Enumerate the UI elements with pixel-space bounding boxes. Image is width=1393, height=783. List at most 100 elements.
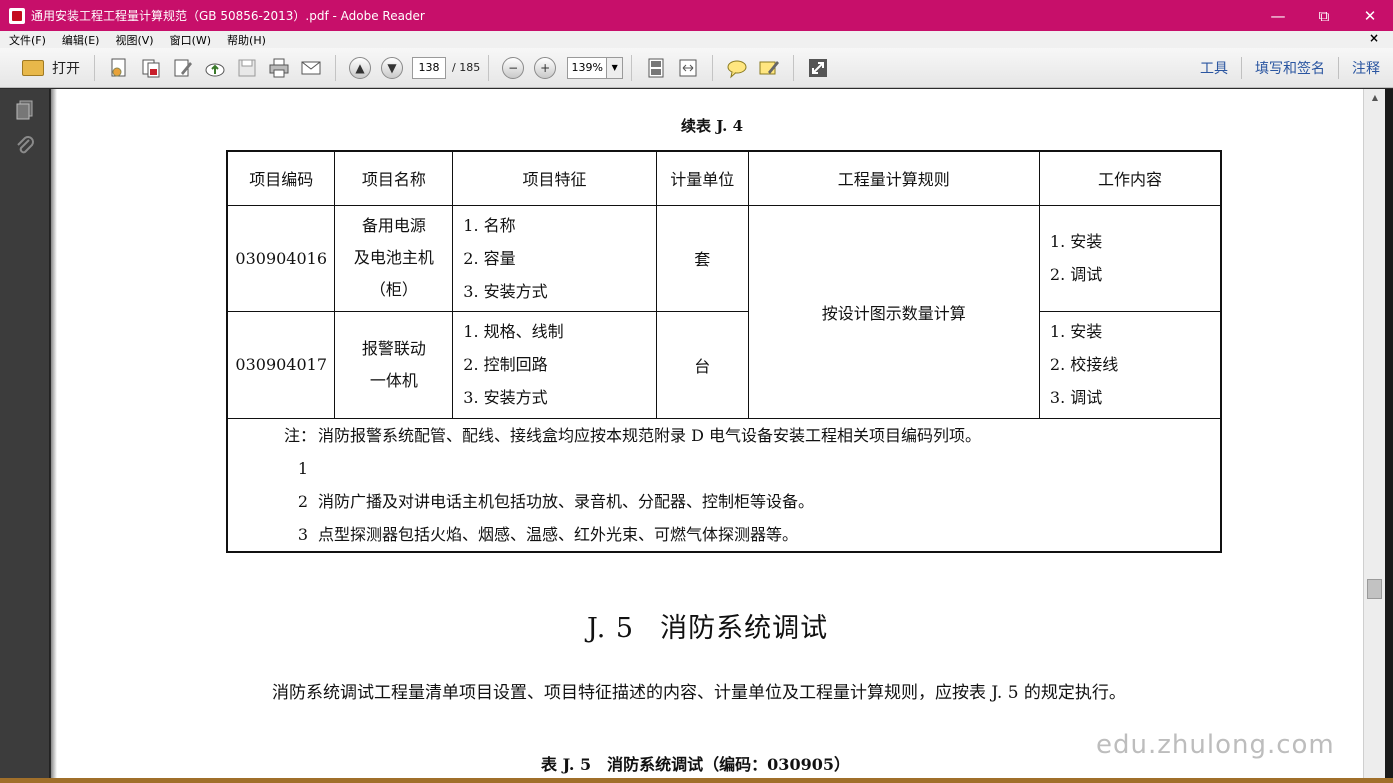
item-name-line: 一体机	[369, 370, 418, 390]
folder-icon	[22, 59, 44, 76]
item-code: 030904016	[226, 204, 336, 312]
page-number-input[interactable]: 138	[412, 56, 446, 79]
note-text: 消防广播及对讲电话主机包括功放、录音机、分配器、控制柜等设备。	[318, 491, 815, 511]
print-icon[interactable]	[267, 56, 291, 80]
feature-line: 1. 名称	[463, 215, 516, 235]
maximize-button[interactable]: ⧉	[1301, 0, 1347, 31]
adobe-reader-icon	[9, 7, 25, 24]
table-row: 030904016 备用电源 及电池主机 （柜） 1. 名称 2. 容量 3. …	[226, 204, 1222, 419]
edit-pdf-icon[interactable]	[171, 56, 195, 80]
create-pdf-icon[interactable]	[107, 56, 131, 80]
zoom-out-button[interactable]: −	[502, 56, 525, 79]
window-controls: — ⧉ ✕	[1255, 0, 1393, 31]
fit-page-icon[interactable]	[644, 56, 668, 80]
feature-line: 2. 控制回路	[463, 355, 548, 374]
tools-link[interactable]: 工具	[1187, 58, 1241, 78]
close-document-button[interactable]: ×	[1369, 31, 1379, 45]
note-text: 消防报警系统配管、配线、接线盒均应按本规范附录 D 电气设备安装工程相关项目编码…	[318, 425, 982, 445]
work-line: 1. 安装	[1049, 232, 1103, 251]
attachments-paperclip-icon[interactable]	[10, 131, 40, 161]
next-page-button[interactable]: ▼	[381, 56, 403, 79]
table-caption: 续表 J. 4	[681, 117, 744, 135]
header-code: 项目编码	[226, 150, 336, 206]
zoom-value: 139%	[571, 60, 603, 74]
work-line: 1. 安装	[1049, 322, 1103, 341]
note-key: 2	[297, 491, 308, 511]
work-line: 2. 调试	[1049, 265, 1103, 284]
watermark: edu.zhulong.com	[1096, 730, 1335, 760]
comment-link[interactable]: 注释	[1339, 58, 1393, 78]
section-heading: J. 5 消防系统调试	[587, 606, 828, 645]
note-key: 注：1	[284, 425, 317, 478]
fullscreen-icon[interactable]	[806, 56, 830, 80]
menu-edit[interactable]: 编辑(E)	[55, 32, 107, 48]
section-number: J. 5	[587, 613, 635, 644]
fill-and-sign-link[interactable]: 填写和签名	[1242, 58, 1338, 78]
email-icon[interactable]	[299, 56, 323, 80]
chevron-down-icon[interactable]: ▼	[606, 57, 623, 78]
zoom-select[interactable]: 139% ▼	[567, 56, 624, 79]
close-button[interactable]: ✕	[1347, 0, 1393, 31]
toolbar: 打开 ▲ ▼ 138 / 185 − + 139% ▼ 工具 填写和签名 注释	[0, 48, 1393, 88]
window-bottom-edge	[0, 778, 1393, 783]
scroll-up-arrow-icon[interactable]: ▲	[1364, 89, 1386, 105]
highlight-icon[interactable]	[757, 56, 781, 80]
toolbar-separator	[488, 54, 490, 81]
item-features: 1. 规格、线制 2. 控制回路 3. 安装方式	[452, 310, 657, 419]
save-icon[interactable]	[235, 56, 259, 80]
zoom-in-button[interactable]: +	[534, 56, 557, 79]
menu-help[interactable]: 帮助(H)	[220, 32, 273, 48]
arrow-down-icon: ▼	[387, 60, 397, 75]
toolbar-separator	[712, 54, 714, 81]
item-work: 1. 安装 2. 校接线 3. 调试	[1038, 310, 1222, 419]
toolbar-right-links: 工具 填写和签名 注释	[1187, 48, 1393, 88]
item-code: 030904017	[226, 310, 336, 419]
item-name-line: （柜）	[369, 280, 418, 299]
item-name: 备用电源 及电池主机 （柜）	[334, 204, 454, 312]
feature-line: 1. 规格、线制	[463, 322, 564, 341]
header-unit: 计量单位	[655, 150, 749, 206]
toolbar-separator	[94, 54, 95, 81]
menu-file[interactable]: 文件(F)	[2, 32, 53, 48]
open-label: 打开	[52, 60, 80, 77]
page-edge-shadow	[51, 89, 57, 778]
next-table-caption: 表 J. 5 消防系统调试（编码：030905）	[541, 755, 850, 774]
combine-pdf-icon[interactable]	[139, 56, 163, 80]
item-unit: 套	[655, 204, 749, 312]
header-calc-rule: 工程量计算规则	[747, 150, 1040, 206]
minimize-button[interactable]: —	[1255, 0, 1301, 31]
feature-line: 3. 安装方式	[463, 281, 548, 301]
item-name-line: 备用电源	[361, 216, 426, 235]
window-title: 通用安装工程工程量计算规范（GB 50856-2013）.pdf - Adobe…	[31, 9, 425, 23]
notes-row: 注：1 消防报警系统配管、配线、接线盒均应按本规范附录 D 电气设备安装工程相关…	[226, 417, 1222, 552]
navigation-panel	[0, 89, 50, 778]
note-item: 3 点型探测器包括火焰、烟感、温感、红外光束、可燃气体探测器等。	[284, 518, 1220, 551]
menu-window[interactable]: 窗口(W)	[163, 32, 218, 48]
work-line: 3. 调试	[1049, 388, 1103, 407]
calc-rule: 按设计图示数量计算	[747, 204, 1040, 419]
note-text: 点型探测器包括火焰、烟感、温感、红外光束、可燃气体探测器等。	[318, 524, 799, 544]
page-thumbnails-icon[interactable]	[10, 95, 40, 125]
vertical-scrollbar[interactable]: ▲	[1363, 89, 1385, 778]
arrow-up-icon: ▲	[355, 60, 365, 75]
previous-page-button[interactable]: ▲	[349, 56, 371, 79]
section-title: 消防系统调试	[660, 613, 829, 644]
comment-icon[interactable]	[725, 56, 749, 80]
menu-view[interactable]: 视图(V)	[108, 32, 160, 48]
header-features: 项目特征	[452, 150, 657, 206]
toolbar-separator	[631, 54, 633, 81]
item-name-line: 及电池主机	[353, 248, 434, 267]
note-key: 3	[297, 524, 308, 544]
header-name: 项目名称	[334, 150, 454, 206]
toolbar-separator	[793, 54, 795, 81]
note-item: 2 消防广播及对讲电话主机包括功放、录音机、分配器、控制柜等设备。	[284, 485, 1220, 518]
fit-width-icon[interactable]	[676, 56, 700, 80]
open-button[interactable]: 打开	[16, 54, 86, 82]
specification-table: 项目编码 项目名称 项目特征 计量单位 工程量计算规则 工作内容 0309040…	[226, 150, 1222, 553]
feature-line: 3. 安装方式	[463, 388, 548, 407]
scrollbar-thumb[interactable]	[1367, 579, 1382, 599]
upload-cloud-icon[interactable]	[203, 56, 227, 80]
table-row: 030904017 报警联动 一体机 1. 规格、线制 2. 控制回路 3. 安…	[226, 310, 1222, 419]
document-view[interactable]: 续表 J. 4 项目编码 项目名称 项目特征 计量单位 工程量计算规则 工作内容…	[51, 89, 1363, 778]
toolbar-separator	[335, 54, 336, 81]
